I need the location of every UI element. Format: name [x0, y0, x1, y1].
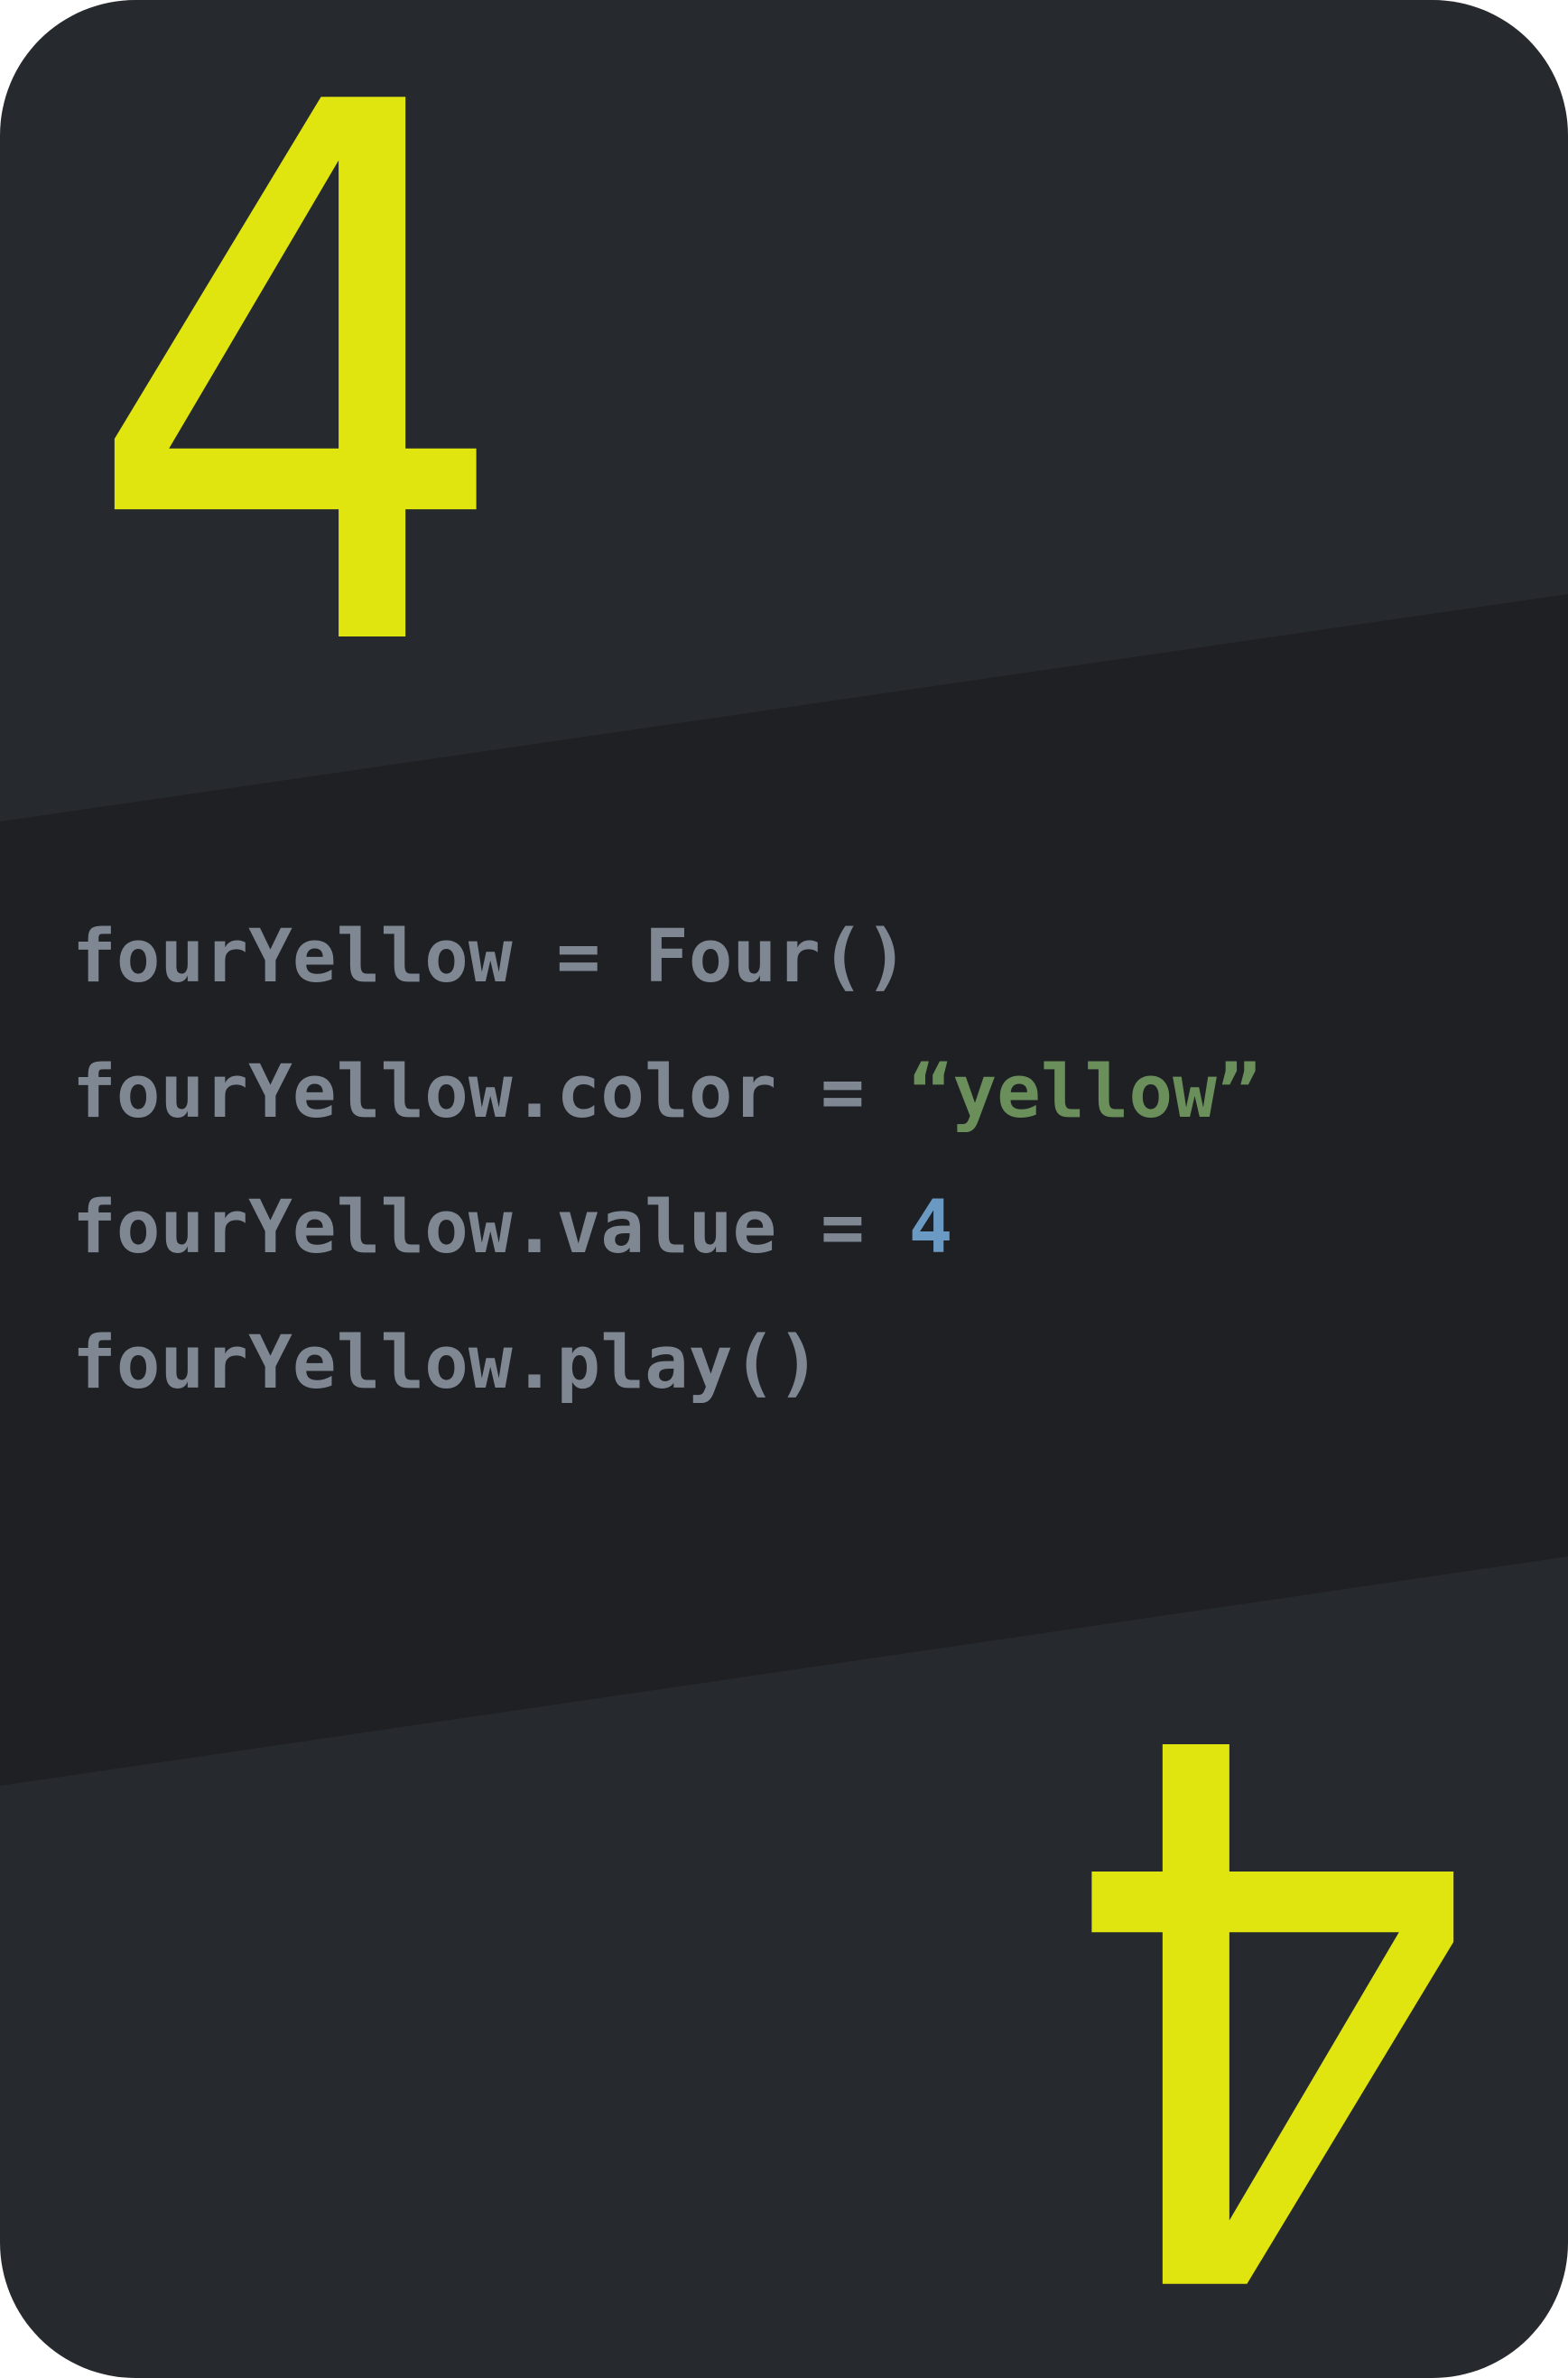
code-line: fourYellow = Four() — [72, 889, 1261, 1025]
code-line: fourYellow.play() — [72, 1296, 1261, 1431]
corner-value-bottom-text: 4 — [1053, 1724, 1487, 2286]
code-token-string: “yellow” — [908, 1050, 1261, 1135]
code-block: fourYellow = Four() fourYellow.color = “y… — [72, 889, 1261, 1431]
code-token-plain: fourYellow.color = — [72, 1050, 909, 1135]
corner-value-top-text: 4 — [81, 95, 515, 656]
code-token-number: 4 — [908, 1185, 953, 1270]
code-line: fourYellow.color = “yellow” — [72, 1025, 1261, 1160]
corner-value-top: 4 — [54, 95, 542, 656]
code-token-plain: fourYellow = Four() — [72, 915, 909, 999]
playing-card: 4 fourYellow = Four() fourYellow.color = … — [0, 0, 1568, 2378]
code-line: fourYellow.value = 4 — [72, 1160, 1261, 1296]
code-token-plain: fourYellow.value = — [72, 1185, 909, 1270]
code-token-plain: fourYellow.play() — [72, 1321, 821, 1406]
corner-value-bottom: 4 — [1026, 1724, 1514, 2286]
